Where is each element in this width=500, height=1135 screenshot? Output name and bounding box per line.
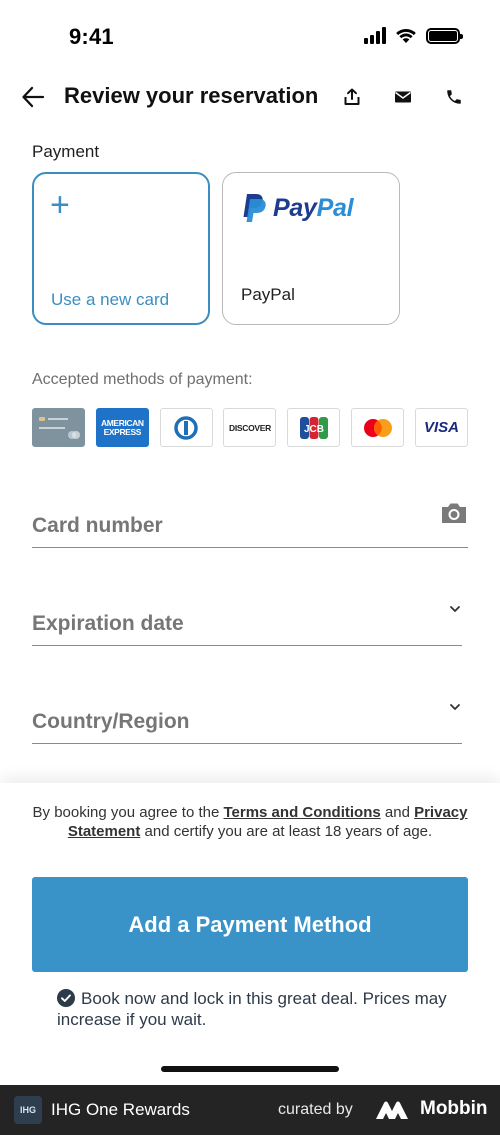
terms-suffix: and certify you are at least 18 years of… bbox=[144, 822, 433, 840]
paypal-logo-pal: Pal bbox=[316, 193, 354, 222]
status-icons bbox=[364, 27, 463, 44]
country-region-placeholder: Country/Region bbox=[32, 710, 190, 733]
back-arrow-icon bbox=[22, 86, 45, 108]
amex-line-2: EXPRESS bbox=[103, 426, 142, 437]
card-number-field[interactable]: Card number bbox=[32, 502, 468, 548]
card-number-placeholder: Card number bbox=[32, 514, 163, 537]
nav-header: Review your reservation bbox=[0, 72, 500, 122]
expiration-date-placeholder: Expiration date bbox=[32, 612, 184, 635]
discover-text: DISCOVER bbox=[228, 422, 271, 433]
ihg-app-logo: IHG bbox=[14, 1096, 42, 1124]
paypal-p-icon bbox=[243, 194, 266, 222]
phone-icon bbox=[447, 90, 461, 104]
paypal-label: PayPal bbox=[241, 285, 295, 304]
diners-club-icon bbox=[159, 408, 213, 447]
deal-text: Book now and lock in this great deal. Pr… bbox=[57, 989, 447, 1029]
paypal-logo: PayPal bbox=[241, 193, 354, 223]
plus-icon: + bbox=[50, 186, 70, 224]
share-button[interactable] bbox=[339, 84, 365, 110]
email-button[interactable] bbox=[390, 84, 416, 110]
mail-icon bbox=[395, 91, 411, 103]
check-circle-icon bbox=[57, 989, 75, 1007]
discover-icon: DISCOVER bbox=[223, 408, 277, 447]
mastercard-icon bbox=[351, 408, 405, 447]
chevron-down-icon bbox=[450, 704, 460, 710]
payment-section-label: Payment bbox=[32, 142, 100, 161]
status-bar: 9:41 bbox=[0, 0, 500, 70]
accepted-card-logos: AMERICAN EXPRESS DISCOVER JCB VISA bbox=[32, 408, 468, 447]
back-button[interactable] bbox=[18, 82, 48, 112]
bank-card-icon bbox=[32, 408, 85, 447]
expiration-date-select[interactable]: Expiration date bbox=[32, 600, 462, 646]
add-payment-method-button[interactable]: Add a Payment Method bbox=[32, 877, 468, 972]
curated-by-label: curated by bbox=[278, 1101, 353, 1118]
accepted-methods-label: Accepted methods of payment: bbox=[32, 371, 253, 388]
camera-scan-icon[interactable] bbox=[440, 502, 468, 524]
home-indicator bbox=[161, 1066, 339, 1072]
visa-text: VISA bbox=[423, 419, 459, 436]
paypal-logo-pay: Pay bbox=[273, 193, 317, 222]
svg-text:JCB: JCB bbox=[304, 424, 324, 435]
country-region-select[interactable]: Country/Region bbox=[32, 698, 462, 744]
share-icon bbox=[344, 88, 360, 105]
terms-prefix: By booking you agree to the bbox=[32, 804, 220, 821]
mobbin-brand: Mobbin bbox=[420, 1098, 488, 1119]
page-title: Review your reservation bbox=[64, 83, 319, 108]
paypal-option[interactable]: PayPal PayPal bbox=[222, 172, 400, 325]
banner-app-name: IHG One Rewards bbox=[51, 1100, 190, 1119]
use-new-card-label: Use a new card bbox=[51, 290, 170, 309]
deal-notice: Book now and lock in this great deal. Pr… bbox=[57, 988, 457, 1030]
status-time: 9:41 bbox=[69, 24, 114, 49]
american-express-icon: AMERICAN EXPRESS bbox=[95, 408, 149, 447]
booking-footer: By booking you agree to the Terms and Co… bbox=[0, 783, 500, 1085]
wifi-icon bbox=[396, 28, 416, 43]
mobbin-logo-icon bbox=[376, 1101, 408, 1119]
terms-and-conditions-link[interactable]: Terms and Conditions bbox=[223, 804, 380, 821]
terms-notice: By booking you agree to the Terms and Co… bbox=[28, 804, 472, 841]
use-new-card-option[interactable]: + Use a new card bbox=[32, 172, 210, 325]
cellular-signal-icon bbox=[364, 27, 386, 44]
terms-and: and bbox=[384, 804, 410, 821]
chevron-down-icon bbox=[450, 606, 460, 612]
battery-icon bbox=[426, 27, 463, 44]
jcb-icon: JCB bbox=[287, 408, 341, 447]
visa-icon: VISA bbox=[414, 408, 468, 447]
call-button[interactable] bbox=[441, 84, 467, 110]
bottom-banner: IHG IHG One Rewards curated by Mobbin bbox=[0, 1085, 500, 1135]
